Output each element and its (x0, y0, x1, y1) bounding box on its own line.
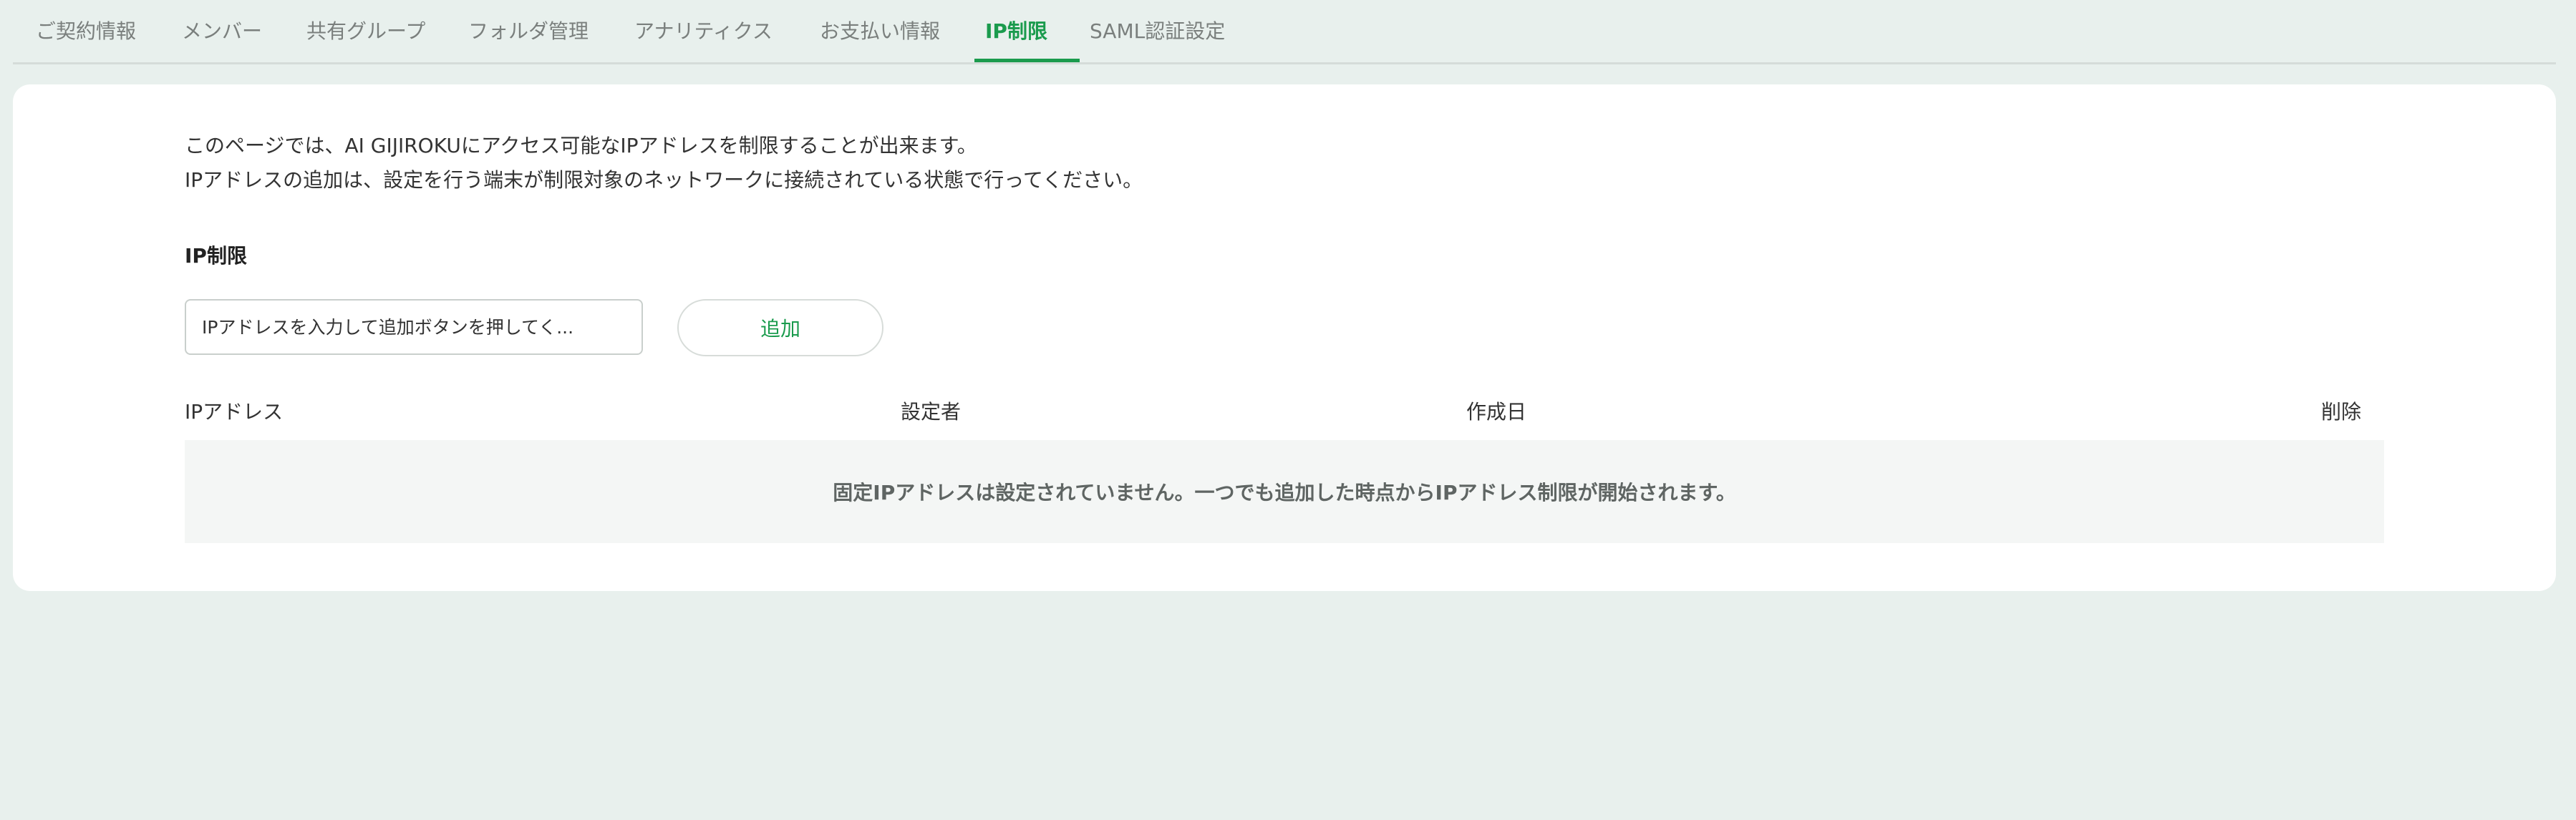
column-header-delete: 削除 (2321, 400, 2362, 424)
tab-ip-restriction[interactable]: IP制限 (985, 19, 1047, 44)
tab-payment-info[interactable]: お支払い情報 (820, 19, 940, 44)
tab-bar: ご契約情報 メンバー 共有グループ フォルダ管理 アナリティクス お支払い情報 … (13, 0, 2556, 64)
tab-analytics[interactable]: アナリティクス (634, 19, 773, 44)
ip-restriction-panel: このページでは、AI GIJIROKUにアクセス可能なIPアドレスを制限すること… (13, 84, 2556, 591)
section-title: IP制限 (185, 244, 247, 268)
column-header-ip-address: IPアドレス (185, 400, 284, 424)
page-description-line-2: IPアドレスの追加は、設定を行う端末が制限対象のネットワークに接続されている状態… (185, 168, 1143, 192)
column-header-created-date: 作成日 (1466, 400, 1527, 424)
tab-folder-management[interactable]: フォルダ管理 (468, 19, 589, 44)
column-header-setter: 設定者 (901, 400, 962, 424)
active-tab-indicator (974, 59, 1080, 62)
tab-saml-settings[interactable]: SAML認証設定 (1090, 19, 1225, 44)
page-description-line-1: このページでは、AI GIJIROKUにアクセス可能なIPアドレスを制限すること… (185, 134, 977, 157)
tab-members[interactable]: メンバー (182, 19, 262, 44)
empty-message: 固定IPアドレスは設定されていません。一つでも追加した時点からIPアドレス制限が… (833, 481, 1736, 504)
table-empty-row: 固定IPアドレスは設定されていません。一つでも追加した時点からIPアドレス制限が… (185, 440, 2384, 543)
tab-shared-groups[interactable]: 共有グループ (306, 19, 425, 44)
ip-address-input[interactable] (185, 299, 643, 355)
tab-contract-info[interactable]: ご契約情報 (36, 19, 136, 44)
add-button[interactable]: 追加 (677, 299, 883, 356)
